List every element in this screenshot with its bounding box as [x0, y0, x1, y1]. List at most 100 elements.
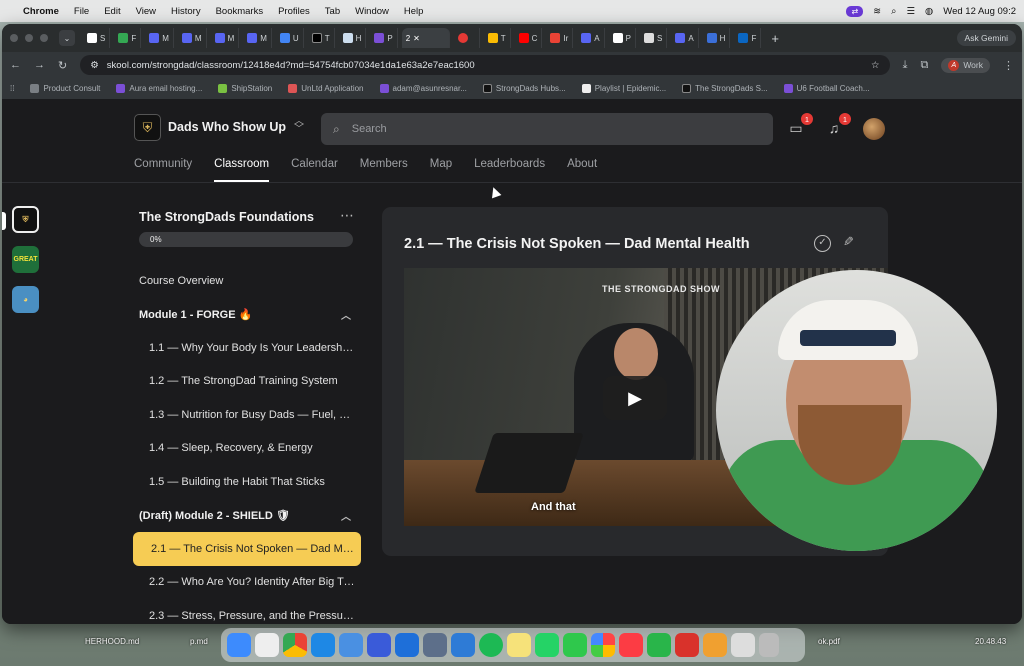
more-options-icon[interactable]: ⋯: [340, 207, 355, 224]
tab[interactable]: S: [83, 28, 111, 48]
menu-app-name[interactable]: Chrome: [23, 6, 59, 17]
chevron-up-icon[interactable]: ︿: [341, 508, 351, 523]
lesson-item[interactable]: 1.4 — Sleep, Recovery, & Energy: [131, 432, 363, 466]
bookmark-item[interactable]: The StrongDads S...: [682, 84, 768, 93]
lesson-item[interactable]: 1.3 — Nutrition for Busy Dads — Fuel, N.…: [131, 398, 363, 432]
tab[interactable]: H: [339, 28, 367, 48]
tab[interactable]: M: [145, 28, 174, 48]
back-arrow-icon[interactable]: ←: [10, 59, 21, 71]
numbers-icon[interactable]: [647, 633, 671, 657]
more-menu-icon[interactable]: ⋮: [1003, 59, 1014, 72]
desktop-file[interactable]: ok.pdf: [818, 637, 840, 646]
app-icon[interactable]: [367, 633, 391, 657]
control-center-icon[interactable]: ☰: [906, 6, 915, 17]
bookmark-star-icon[interactable]: ☆: [871, 60, 880, 71]
siri-icon[interactable]: ◍: [925, 6, 933, 17]
menu-profiles[interactable]: Profiles: [278, 6, 310, 17]
launchpad-icon[interactable]: [255, 633, 279, 657]
tab[interactable]: H: [703, 28, 731, 48]
chat-icon[interactable]: ▭ 1: [787, 112, 814, 138]
search-icon[interactable]: ⌕: [891, 6, 896, 17]
search-bar[interactable]: ⌕: [321, 113, 773, 145]
tab[interactable]: M: [178, 28, 207, 48]
bookmark-item[interactable]: Product Consult: [30, 84, 100, 93]
bookmark-item[interactable]: U6 Football Coach...: [783, 84, 870, 93]
trash-icon[interactable]: [759, 633, 779, 657]
bookmark-item[interactable]: Playlist | Epidemic...: [581, 84, 666, 93]
address-bar[interactable]: ⚙ skool.com/strongdad/classroom/12418e4d…: [80, 55, 890, 75]
bookmark-item[interactable]: UnLtd Application: [288, 84, 364, 93]
group-icon-great[interactable]: GREAT: [12, 246, 39, 273]
spotify-icon[interactable]: [479, 633, 503, 657]
chevron-up-icon[interactable]: ︿: [341, 307, 351, 322]
safari-icon[interactable]: [311, 633, 335, 657]
tab-search-chevron-icon[interactable]: ⌄: [59, 30, 75, 46]
mail-icon[interactable]: [339, 633, 363, 657]
notes-icon[interactable]: [507, 633, 531, 657]
tab[interactable]: M: [243, 28, 272, 48]
tab[interactable]: T: [484, 28, 511, 48]
menu-bookmarks[interactable]: Bookmarks: [216, 6, 264, 17]
group-icon-strongdads[interactable]: ⛨: [12, 206, 39, 233]
bookmark-item[interactable]: ShipStation: [218, 84, 272, 93]
new-tab-plus-icon[interactable]: +: [771, 31, 779, 46]
lesson-item[interactable]: 1.2 — The StrongDad Training System: [131, 365, 363, 399]
menu-view[interactable]: View: [136, 6, 156, 17]
lesson-item[interactable]: 1.5 — Building the Habit That Sticks: [131, 465, 363, 499]
tab-community[interactable]: Community: [134, 158, 192, 170]
mark-complete-check-icon[interactable]: ✓: [814, 235, 831, 252]
close-tab-icon[interactable]: ✕: [413, 34, 420, 43]
menu-window[interactable]: Window: [355, 6, 389, 17]
tab[interactable]: T: [308, 28, 335, 48]
tab-about[interactable]: About: [567, 158, 597, 170]
module-header[interactable]: (Draft) Module 2 - SHIELD 🛡 ︿: [131, 499, 363, 533]
tab[interactable]: U: [276, 28, 304, 48]
quicktime-icon[interactable]: [451, 633, 475, 657]
forward-arrow-icon[interactable]: →: [34, 59, 45, 71]
menu-edit[interactable]: Edit: [104, 6, 120, 17]
download-icon[interactable]: ⤓: [903, 59, 908, 72]
tab-classroom[interactable]: Classroom: [214, 158, 269, 182]
tab[interactable]: Ir: [546, 28, 574, 48]
play-button-icon[interactable]: ▶: [603, 376, 667, 420]
lesson-item[interactable]: 2.3 — Stress, Pressure, and the Pressure…: [131, 599, 363, 624]
reload-icon[interactable]: ↻: [58, 59, 67, 72]
bell-icon[interactable]: ♫ 1: [825, 112, 852, 138]
user-avatar[interactable]: [863, 118, 885, 140]
menu-datetime[interactable]: Wed 12 Aug 09:2: [943, 6, 1016, 17]
group-switcher-chevron-icon[interactable]: ︿ ﹀: [293, 117, 305, 135]
tab[interactable]: [454, 28, 480, 48]
music-icon[interactable]: [619, 633, 643, 657]
tab[interactable]: A: [577, 28, 605, 48]
tab[interactable]: M: [211, 28, 240, 48]
tab-map[interactable]: Map: [430, 158, 452, 170]
apps-grid-icon[interactable]: ⁞⁞: [10, 84, 14, 93]
menu-tab[interactable]: Tab: [325, 6, 340, 17]
tab-members[interactable]: Members: [360, 158, 408, 170]
window-minimize-button[interactable]: [25, 34, 33, 42]
tab-active[interactable]: 2 ✕: [401, 28, 450, 48]
url-text[interactable]: skool.com/strongdad/classroom/12418e4d?m…: [107, 60, 475, 71]
search-input[interactable]: [351, 123, 732, 135]
bookmark-item[interactable]: adam@asunresnar...: [379, 84, 467, 93]
window-zoom-button[interactable]: [40, 34, 48, 42]
group-name[interactable]: Dads Who Show Up: [168, 120, 286, 134]
group-logo[interactable]: ⛨: [134, 114, 161, 141]
ask-gemini-button[interactable]: Ask Gemini: [956, 30, 1016, 46]
tab[interactable]: P: [609, 28, 636, 48]
desktop-file[interactable]: p.md: [190, 637, 208, 646]
finder-icon[interactable]: [227, 633, 251, 657]
lesson-item[interactable]: 2.2 — Who Are You? Identity After Big Tr…: [131, 566, 363, 600]
menu-history[interactable]: History: [171, 6, 201, 17]
profile-button[interactable]: A Work: [941, 57, 990, 73]
module-header[interactable]: Module 1 - FORGE 🔥 ︿: [131, 298, 363, 332]
whatsapp-icon[interactable]: [535, 633, 559, 657]
lesson-item-selected[interactable]: 2.1 — The Crisis Not Spoken — Dad Men...: [133, 532, 361, 566]
messages-icon[interactable]: [563, 633, 587, 657]
tab[interactable]: F: [734, 28, 762, 48]
edit-pencil-icon[interactable]: ✎: [843, 234, 854, 250]
bookmark-item[interactable]: Aura email hosting...: [116, 84, 202, 93]
screen-share-icon[interactable]: ⇄: [846, 5, 864, 17]
tab-calendar[interactable]: Calendar: [291, 158, 338, 170]
wifi-icon[interactable]: ≋: [873, 6, 881, 17]
